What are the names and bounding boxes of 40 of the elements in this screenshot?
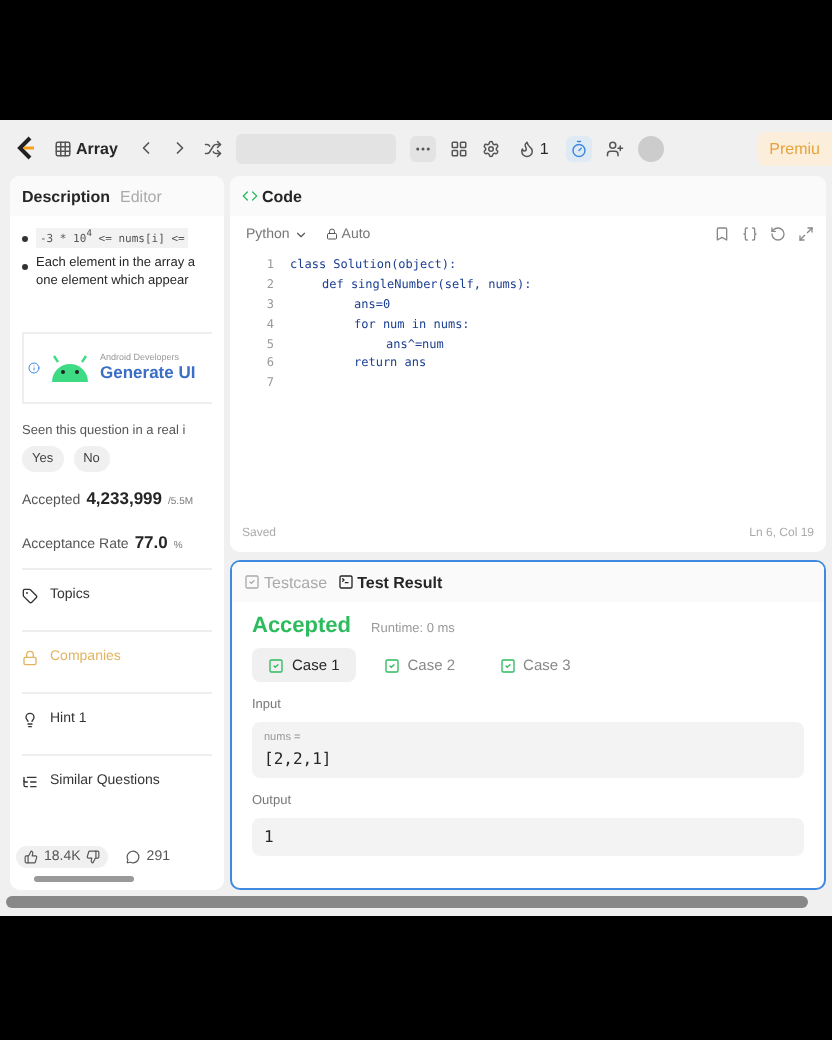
code-tab[interactable]: Code <box>242 187 302 205</box>
android-icon <box>48 353 92 382</box>
streak-counter[interactable]: 1 <box>513 135 553 161</box>
check-icon <box>268 657 284 673</box>
bookmark-icon[interactable] <box>714 226 730 242</box>
companies-icon <box>22 649 38 666</box>
chevron-down-icon <box>293 227 308 241</box>
stat-value: 77.0 <box>134 531 168 552</box>
more-icon[interactable] <box>409 135 436 161</box>
similar-icon <box>22 773 38 790</box>
panel-tab[interactable]: Test Result <box>337 573 443 591</box>
hint-icon <box>22 711 38 728</box>
panel-tab[interactable]: Description <box>22 187 111 205</box>
shuffle-icon[interactable] <box>203 139 222 157</box>
lock-icon <box>325 228 338 240</box>
braces-icon[interactable] <box>742 226 758 242</box>
output-box: 1 <box>252 818 804 856</box>
expand-icon[interactable] <box>798 226 814 242</box>
problem-list-button[interactable]: Array <box>50 135 122 161</box>
logo-icon[interactable] <box>16 136 36 160</box>
settings-icon[interactable] <box>481 139 500 157</box>
topics-icon <box>22 587 38 604</box>
check-icon <box>499 657 516 673</box>
grid-icon <box>54 139 72 157</box>
thumbs-up-icon <box>24 850 38 864</box>
timer-icon[interactable] <box>566 135 593 161</box>
code-icon <box>242 188 258 204</box>
layout-icon[interactable] <box>449 139 468 157</box>
terminal-icon <box>337 574 354 590</box>
comment-icon <box>126 850 141 864</box>
flame-icon <box>517 139 536 157</box>
check-icon <box>383 657 400 673</box>
add-user-icon[interactable] <box>606 139 625 157</box>
reset-icon[interactable] <box>770 226 786 242</box>
checkbox-icon <box>244 574 260 590</box>
stat-value: 4,233,999 <box>86 487 163 508</box>
thumbs-down-icon <box>86 850 101 864</box>
verdict-text: Accepted <box>252 614 352 638</box>
ad-headline: Generate UI <box>100 362 196 383</box>
info-icon <box>28 361 40 374</box>
